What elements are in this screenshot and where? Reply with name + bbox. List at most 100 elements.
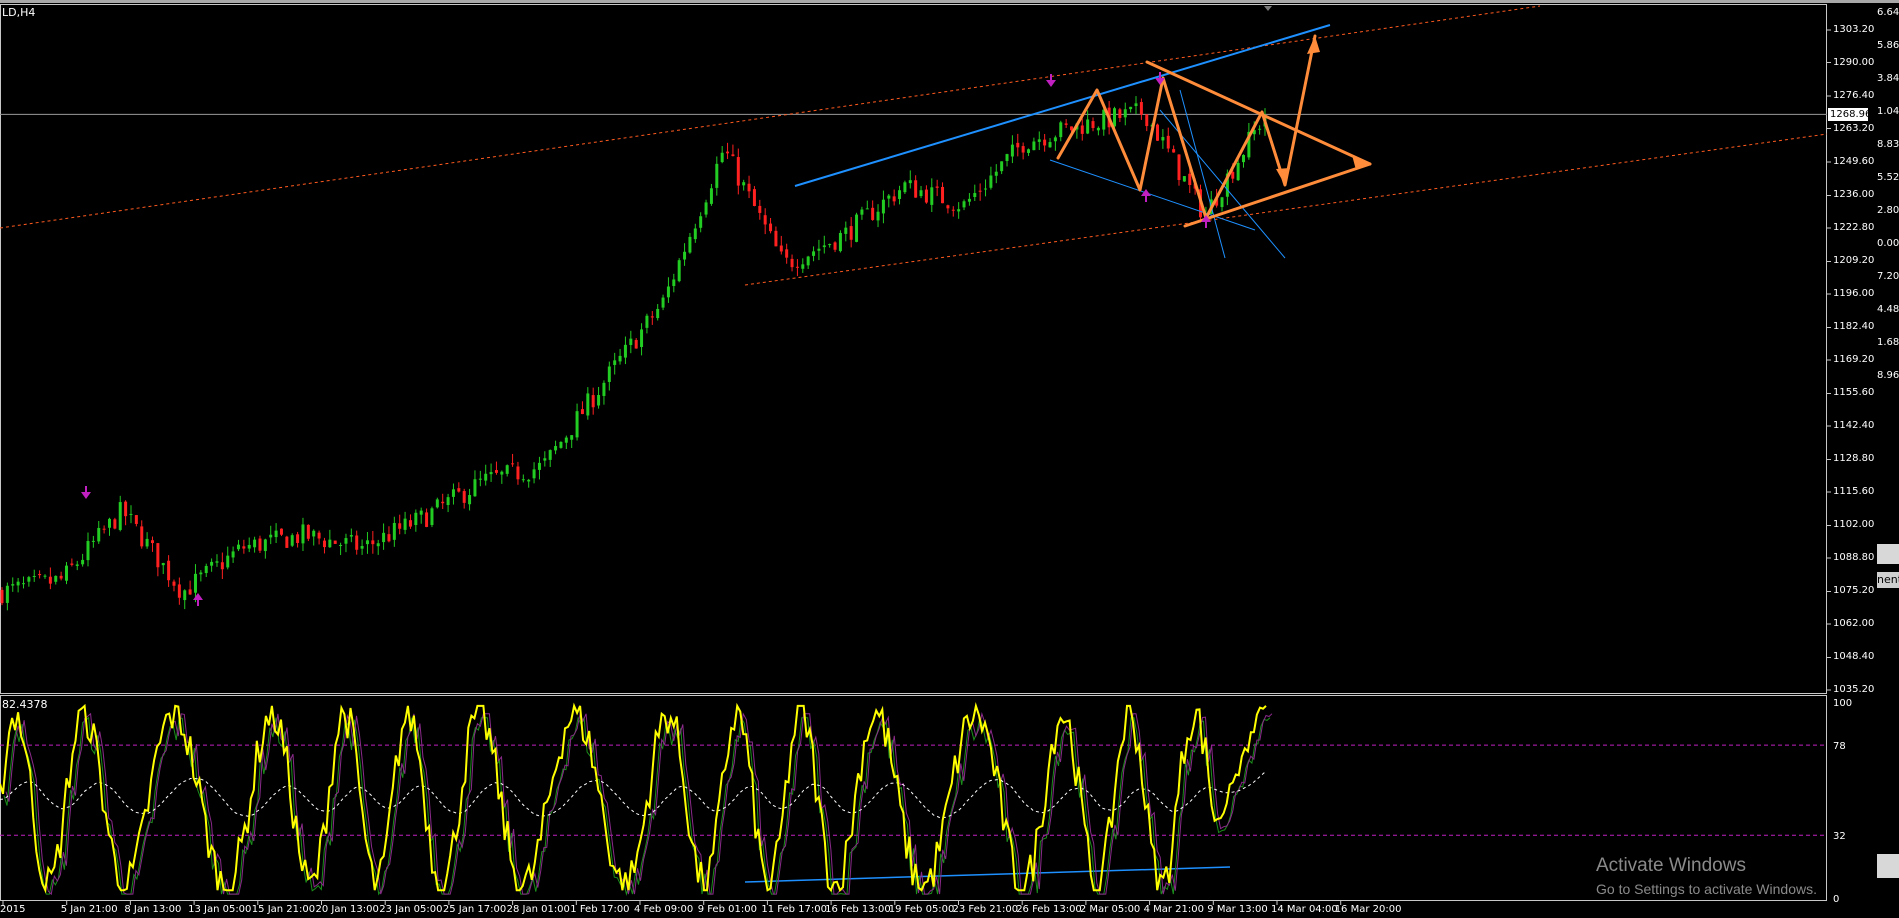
oscillator-tick-label: 100: [1833, 698, 1853, 709]
candle-body: [1118, 109, 1122, 119]
price-tick-label: 1102.00: [1833, 519, 1875, 531]
candle-body: [1123, 109, 1127, 118]
candle-body: [602, 382, 606, 396]
price-tick-label: 1169.20: [1833, 354, 1875, 365]
candle-body: [919, 190, 923, 197]
side-panel-value: 7.209: [1877, 271, 1899, 282]
candle-body: [758, 205, 762, 213]
side-panel-fragment[interactable]: nent: [1877, 572, 1899, 588]
candle-body: [500, 471, 504, 475]
candle-body: [801, 264, 805, 269]
candle-body: [365, 540, 369, 545]
candle-body: [559, 441, 563, 448]
candle-body: [903, 182, 907, 193]
pattern-zigzag: [1056, 34, 1317, 220]
candle-body: [392, 522, 396, 540]
candle-body: [511, 463, 515, 465]
trendline-upper-blue: [794, 24, 1331, 187]
time-tick-label: 14 Mar 04:00: [1271, 904, 1338, 915]
candle-body: [855, 214, 859, 242]
candle-body: [494, 470, 498, 473]
trendline-thin-lower: [1049, 159, 1256, 231]
price-tick-label: 1062.00: [1833, 618, 1875, 629]
side-panel-block: [1877, 544, 1899, 564]
candle-body: [586, 393, 590, 416]
time-tick-label: 28 Jan 01:00: [506, 904, 570, 915]
side-panel-value: 4.489: [1877, 304, 1899, 315]
candle-body: [161, 563, 165, 566]
side-panel-value: 5.529: [1877, 172, 1899, 183]
candle-body: [623, 344, 627, 358]
fractal-arrow-marker: [1141, 189, 1151, 196]
candle-body: [790, 258, 794, 268]
candle-body: [693, 228, 697, 240]
candle-body: [484, 473, 488, 481]
side-panel-value: 1.689: [1877, 337, 1899, 348]
candle-body: [892, 196, 896, 202]
candle-body: [322, 540, 326, 548]
candle-body: [451, 489, 455, 497]
candle-body: [650, 316, 654, 318]
candle-body: [204, 565, 208, 574]
candle-body: [849, 226, 853, 240]
candle-body: [747, 183, 751, 192]
candle-body: [640, 329, 644, 347]
time-tick-label: 4 Mar 21:00: [1143, 904, 1204, 915]
candle-body: [833, 242, 837, 250]
price-tick-label: 1115.60: [1833, 486, 1875, 497]
candle-body: [344, 538, 348, 544]
candle-body: [312, 530, 316, 537]
time-axis[interactable]: 2015 5 Jan 21:00 8 Jan 13:00 13 Jan 05:00 15…: [0, 901, 1877, 918]
candle-body: [134, 515, 138, 524]
candle-body: [355, 535, 359, 550]
candle-body: [446, 497, 450, 506]
price-axis[interactable]: 1303.20 1290.00 1276.40 1263.20 1249.60 1236.…: [1827, 4, 1877, 905]
candle-body: [102, 528, 106, 530]
candle-body: [844, 227, 848, 234]
candle-body: [715, 163, 719, 188]
candle-body: [387, 534, 391, 542]
candle-body: [672, 279, 676, 287]
side-panel-value: 8.969: [1877, 370, 1899, 381]
candle-body: [881, 199, 885, 214]
candle-body: [629, 338, 633, 346]
candle-body: [661, 297, 665, 308]
candle-body: [505, 465, 509, 474]
candle-body: [70, 563, 74, 565]
chart-canvas[interactable]: [0, 0, 1899, 918]
candle-body: [215, 561, 219, 563]
side-panel: 6.649 5.863 3.849 1.049 8.833 5.529 2.809 0.009…: [1877, 4, 1899, 901]
candle-body: [226, 555, 230, 568]
candle-body: [1086, 119, 1090, 134]
candle-body: [27, 577, 31, 582]
price-tick-label: 1088.80: [1833, 552, 1875, 563]
candle-body: [527, 479, 531, 482]
candle-body: [140, 526, 144, 547]
candle-body: [64, 565, 68, 581]
candle-body: [11, 584, 15, 586]
candle-body: [554, 446, 558, 451]
harmonic-pattern-group: [1056, 34, 1372, 228]
windows-activation-watermark: Activate Windows Go to Settings to activ…: [1596, 855, 1817, 897]
candle-body: [677, 260, 681, 282]
candle-body: [666, 286, 670, 298]
candle-body: [220, 562, 224, 570]
candle-body: [1080, 125, 1084, 134]
candle-body: [795, 266, 799, 268]
candle-body: [263, 539, 267, 552]
candle-body: [1242, 155, 1246, 163]
trading-terminal-window: LD,H4 82.4378 1303.20 1290.00 1276.40 1263.…: [0, 0, 1899, 918]
candle-body: [704, 202, 708, 215]
candle-body: [236, 544, 240, 550]
candle-body: [548, 450, 552, 460]
price-tick-label: 1075.20: [1833, 585, 1875, 597]
time-tick-label: 16 Feb 13:00: [825, 904, 891, 915]
side-panel-value: 8.833: [1877, 139, 1899, 150]
candle-body: [957, 209, 961, 212]
oscillator-green-line: [3, 715, 1271, 897]
candle-body: [828, 244, 832, 246]
time-tick-label: 20 Jan 13:00: [315, 904, 379, 915]
candle-body: [269, 534, 273, 538]
trendline-thin-diag2: [1179, 89, 1226, 259]
price-tick-label: 1276.40: [1833, 90, 1875, 101]
